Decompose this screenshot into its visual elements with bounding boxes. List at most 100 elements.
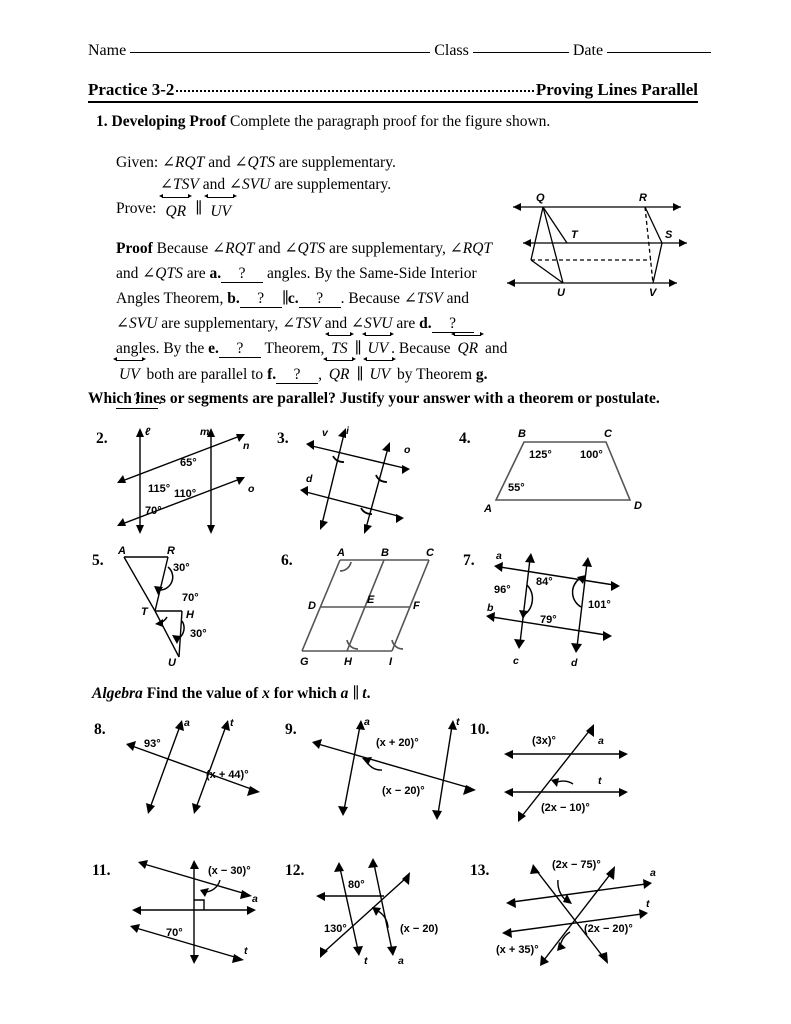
blank-a-field[interactable]: ? xyxy=(221,265,264,284)
problem-12-angle-130: 130° xyxy=(324,923,347,935)
problem-3-label-d: d xyxy=(306,473,313,485)
problem-5-label-u: U xyxy=(168,657,177,669)
given-tail-2: are supplementary. xyxy=(274,176,392,193)
algebra-text-2: for which xyxy=(273,685,337,702)
problem-3-figure: v i o d xyxy=(300,424,420,536)
problem-10-angle-2xminus10: (2x − 10)° xyxy=(541,802,590,814)
blank-f-field[interactable]: ? xyxy=(276,366,319,384)
given-and-2: and xyxy=(202,176,226,193)
proof-text-14: . Because xyxy=(391,340,451,358)
problem-6-label-e: E xyxy=(367,594,375,606)
problem-5-label-h: H xyxy=(186,609,195,621)
proof-line-uv-2-text: UV xyxy=(119,365,140,383)
algebra-instruction: Algebra Find the value of x for which a … xyxy=(92,684,370,703)
problem-2-angle-110: 110° xyxy=(174,488,196,500)
problem-10-label-t: t xyxy=(598,775,602,787)
blank-d-field[interactable]: ? xyxy=(431,315,474,334)
proof-line-uv-3-text: UV xyxy=(369,365,391,383)
proof-text-12: angles. By the xyxy=(116,340,205,358)
prove-line: Prove: QR ∥ UV xyxy=(116,194,396,220)
problem-4-label-c: C xyxy=(604,428,613,440)
problem-13-number: 13. xyxy=(470,862,490,879)
algebra-period: . xyxy=(366,685,371,702)
problem-13-label-a: a xyxy=(650,867,656,879)
proof-text-16: both are parallel to xyxy=(146,365,264,383)
problem-7-label-a: a xyxy=(496,550,502,562)
problem-13-label-t: t xyxy=(646,898,650,910)
problem-4-label-d: D xyxy=(634,500,642,512)
date-write-line[interactable] xyxy=(607,52,712,53)
given-and-1: and xyxy=(208,154,231,171)
algebra-line-a: a xyxy=(340,685,349,702)
algebra-lead: Algebra xyxy=(92,685,143,702)
q1-fig-label-v: V xyxy=(649,287,658,299)
problem-12-label-t: t xyxy=(364,955,368,967)
question-1-proof-paragraph: Proof Because ∠RQT and ∠QTS are suppleme… xyxy=(113,236,508,412)
proof-text-13: Theorem, xyxy=(264,340,325,358)
proof-angle-tsv-2: ∠TSV xyxy=(282,315,321,333)
problem-10-angle-3x: (3x)° xyxy=(532,735,556,747)
given-angle-qts: ∠QTS xyxy=(234,154,276,171)
problem-9-angle-xminus20: (x − 20)° xyxy=(382,785,425,797)
proof-text-5: are xyxy=(186,265,206,283)
proof-line-ts: TS xyxy=(325,331,354,357)
problem-8-label-t: t xyxy=(230,717,234,729)
given-tail-1: are supplementary. xyxy=(278,154,396,171)
student-info-row: Name Class Date xyxy=(88,42,712,60)
problem-6-label-d: D xyxy=(308,600,316,612)
given-line-1: Given: ∠RQT and ∠QTS are supplementary. xyxy=(116,152,396,174)
q1-fig-label-q: Q xyxy=(536,192,545,204)
problem-3-label-o: o xyxy=(404,444,411,456)
problem-5-label-r: R xyxy=(167,545,175,557)
problem-7-label-b: b xyxy=(487,602,494,614)
name-write-line[interactable] xyxy=(130,52,431,53)
question-1-instruction: 1. Developing Proof Complete the paragra… xyxy=(96,113,696,131)
class-write-line[interactable] xyxy=(472,52,569,53)
problem-6-label-i: I xyxy=(389,656,393,668)
blank-e-label: e. xyxy=(208,340,219,358)
problem-4-angle-100: 100° xyxy=(580,449,603,461)
problem-4-number: 4. xyxy=(459,430,471,447)
given-prove-block: Given: ∠RQT and ∠QTS are supplementary. … xyxy=(116,152,396,220)
problem-6-label-a: A xyxy=(336,547,345,559)
line-qr-notation: QR xyxy=(159,194,193,220)
problem-3-label-i: i xyxy=(346,425,350,437)
given-label: Given: xyxy=(116,154,159,171)
problem-7-angle-84: 84° xyxy=(536,576,553,588)
proof-text-7: . Because xyxy=(340,290,401,308)
problem-9-label-a: a xyxy=(364,716,370,728)
problem-2-number: 2. xyxy=(96,430,108,447)
problem-4-angle-125: 125° xyxy=(529,449,552,461)
proof-lead: Proof xyxy=(116,240,153,257)
problem-7-angle-96: 96° xyxy=(494,584,511,596)
problem-7-number: 7. xyxy=(463,552,475,569)
problem-3-number: 3. xyxy=(277,430,289,447)
proof-text-17: , xyxy=(318,365,322,383)
problem-6-number: 6. xyxy=(281,552,293,569)
blank-e-field[interactable]: ? xyxy=(218,340,261,359)
problem-8-angle-93: 93° xyxy=(144,738,161,750)
blank-c-field[interactable]: ? xyxy=(298,290,341,309)
blank-g-label: g. xyxy=(475,365,488,383)
problem-12-figure: t a 80° 130° (x − 20) xyxy=(310,854,475,972)
problem-12-angle-80: 80° xyxy=(348,879,365,891)
problem-8-angle-x44: (x + 44)° xyxy=(206,769,249,781)
blank-b-field[interactable]: ? xyxy=(239,290,282,309)
blank-f-label: f. xyxy=(267,365,277,383)
proof-text-11: are xyxy=(396,315,416,333)
line-uv-notation: UV xyxy=(204,194,237,220)
problem-9-label-t: t xyxy=(456,716,460,728)
proof-angle-qts-1: ∠QTS xyxy=(284,240,326,257)
problem-2-label-o: o xyxy=(248,483,255,495)
blank-c-label: c. xyxy=(287,290,299,308)
proof-text-2: and xyxy=(258,240,281,257)
problem-2-angle-65: 65° xyxy=(180,457,197,469)
proof-text-4: and xyxy=(116,265,139,283)
proof-angle-rqt-2: ∠RQT xyxy=(449,240,493,257)
q1-fig-label-t: T xyxy=(571,229,579,241)
proof-line-uv-3: UV xyxy=(363,356,397,383)
problem-7-angle-79: 79° xyxy=(540,614,557,626)
problem-13-figure: a t (2x − 75)° (2x − 20)° (x + 35)° xyxy=(496,854,681,972)
problem-2-angle-115: 115° xyxy=(148,483,170,495)
proof-line-qr-2-text: QR xyxy=(328,365,350,383)
